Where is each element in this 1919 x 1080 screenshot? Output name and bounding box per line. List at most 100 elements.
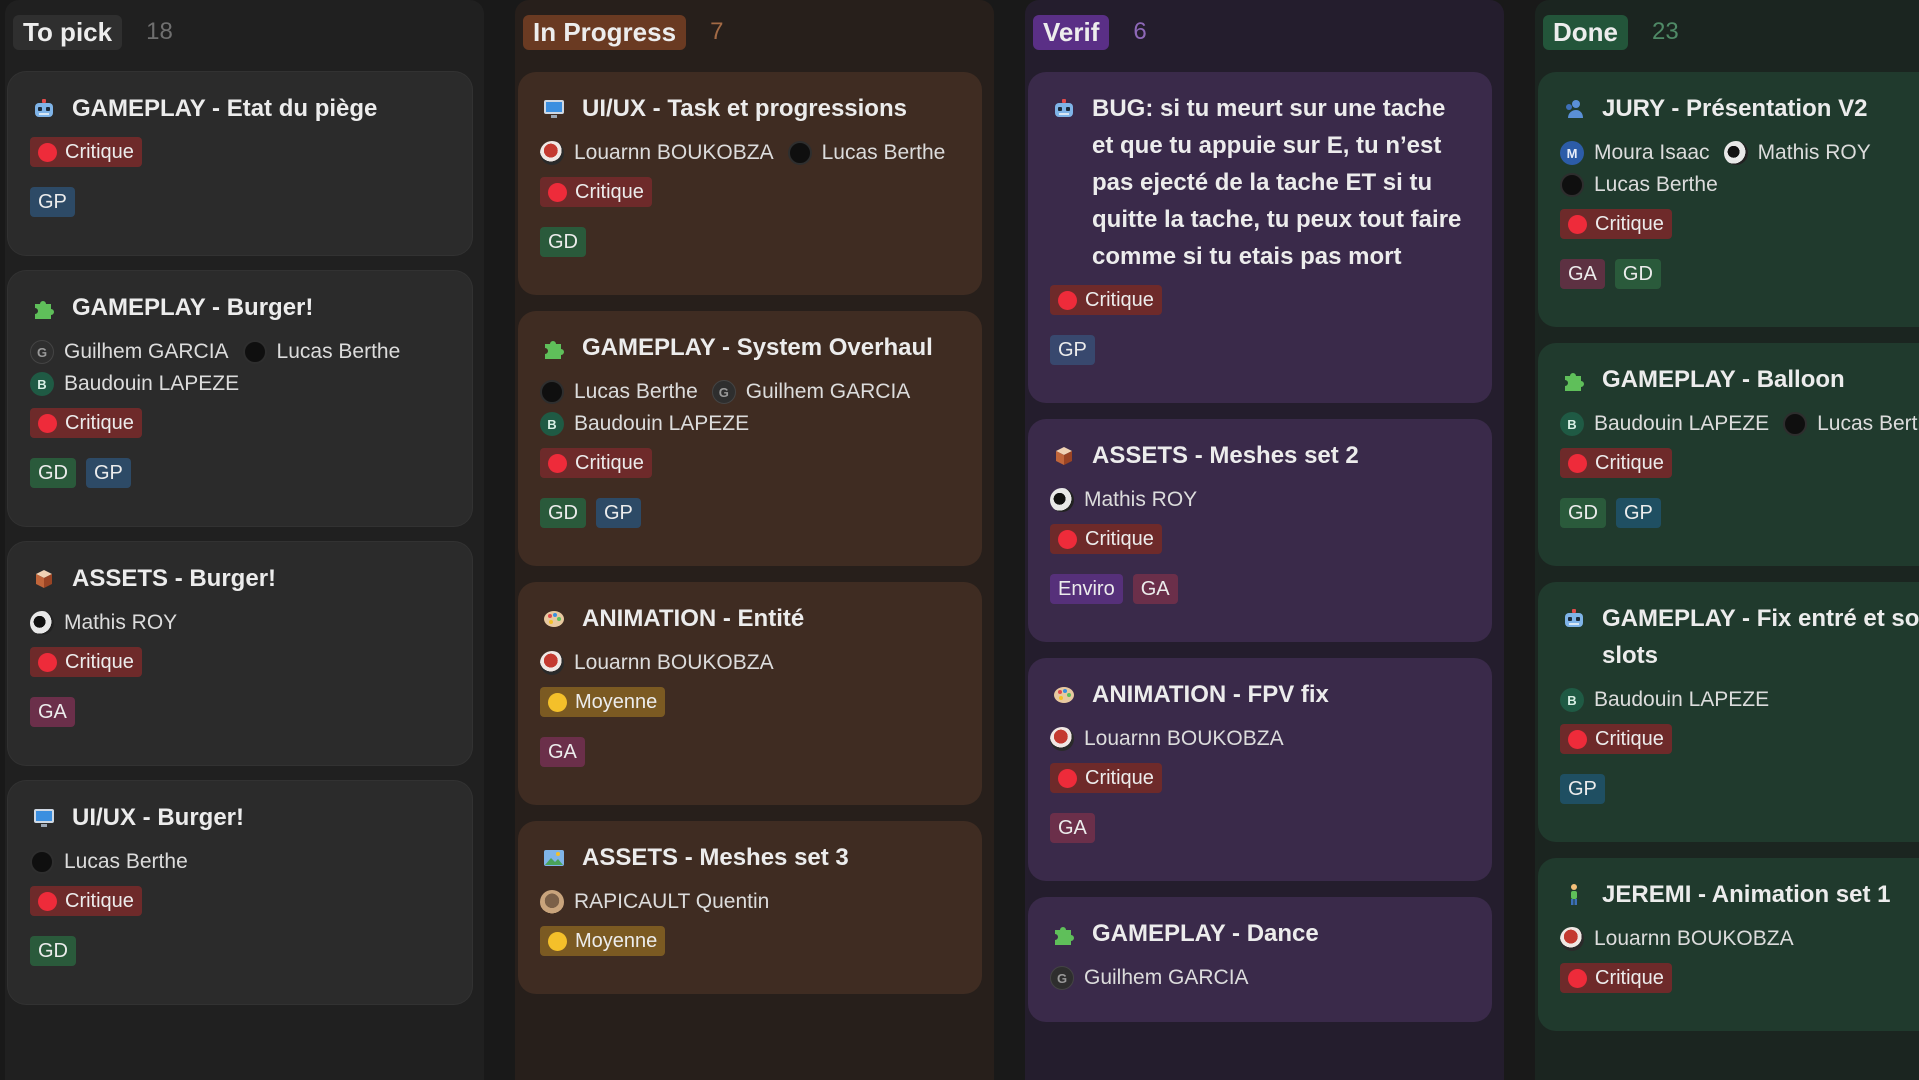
priority-badge[interactable]: Critique [1560,724,1672,754]
task-card[interactable]: ASSETS - Meshes set 2 Mathis ROY Critique E… [1028,419,1492,642]
priority-badge[interactable]: Critique [30,137,142,167]
assignee[interactable]: B Baudouin LAPEZE [1560,408,1769,440]
assignee[interactable]: Lucas Berthe [787,137,945,169]
column-header[interactable]: In Progress 7 [515,14,994,50]
assignee[interactable]: G Guilhem GARCIA [1050,962,1249,994]
assignee[interactable]: Mathis ROY [30,607,177,639]
card-title[interactable]: UI/UX - Task et progressions [540,90,960,127]
card-title[interactable]: UI/UX - Burger! [30,799,450,836]
column-header[interactable]: To pick 18 [5,14,484,50]
task-card[interactable]: GAMEPLAY - Etat du piège Critique GP [8,72,472,255]
assignee[interactable]: Lucas Berthe [30,846,188,878]
category-tag[interactable]: GA [30,697,75,727]
category-tag[interactable]: GD [30,458,76,488]
assignee[interactable]: Lucas Berthe [1560,169,1718,201]
card-title[interactable]: BUG: si tu meurt sur une tache et que tu… [1050,90,1470,275]
category-tag[interactable]: Enviro [1050,574,1123,604]
task-card[interactable]: ASSETS - Meshes set 3 RAPICAULT Quentin Mo… [518,821,982,994]
card-title[interactable]: GAMEPLAY - Fix entré et sor des slots [1560,600,1919,674]
assignee-name: Mathis ROY [1084,488,1198,511]
category-tag[interactable]: GD [1560,498,1606,528]
priority-badge[interactable]: Critique [30,408,142,438]
column-title[interactable]: In Progress [523,14,687,50]
assignee[interactable]: B Baudouin LAPEZE [30,368,239,400]
assignee[interactable]: Lucas Berthe [242,336,400,368]
category-tag[interactable]: GD [30,936,76,966]
priority-label: Critique [1085,766,1154,789]
assignee-name: Guilhem GARCIA [745,380,911,403]
card-title[interactable]: GAMEPLAY - Etat du piège [30,90,450,127]
task-card[interactable]: GAMEPLAY - Burger! G Guilhem GARCIA Lucas B… [8,271,472,526]
category-tag[interactable]: GA [1132,574,1178,604]
card-title[interactable]: ANIMATION - FPV fix [1050,676,1470,713]
priority-badge[interactable]: Critique [1050,285,1162,315]
category-tag[interactable]: GA [540,737,585,767]
category-tag[interactable]: GP [1050,335,1095,365]
category-tag[interactable]: GD [1614,259,1661,289]
priority-badge[interactable]: Moyenne [540,687,666,717]
category-tag[interactable]: GD [540,227,586,257]
column-header[interactable]: Verif 6 [1025,14,1504,50]
assignee[interactable]: Lucas Berth [1783,408,1919,440]
tag-row: GP [1560,774,1919,818]
task-card[interactable]: JEREMI - Animation set 1 Louarnn BOUKOBZA… [1538,858,1919,1031]
card-title[interactable]: JEREMI - Animation set 1 [1560,876,1919,913]
task-card[interactable]: ASSETS - Burger! Mathis ROY Critique GA [8,542,472,765]
column-title[interactable]: To pick [13,14,123,50]
category-tag[interactable]: GP [86,458,131,488]
card-title[interactable]: ASSETS - Meshes set 2 [1050,437,1470,474]
column-header[interactable]: Done 23 [1535,14,1919,50]
category-tag[interactable]: GP [1616,498,1661,528]
card-title[interactable]: ANIMATION - Entité [540,600,960,637]
task-card[interactable]: GAMEPLAY - System Overhaul Lucas Berthe G G… [518,311,982,566]
assignee[interactable]: Louarnn BOUKOBZA [540,137,774,169]
card-title[interactable]: JURY - Présentation V2 [1560,90,1919,127]
card-title[interactable]: GAMEPLAY - Burger! [30,289,450,326]
priority-badge[interactable]: Critique [1560,963,1672,993]
category-tag[interactable]: GA [1560,259,1605,289]
assignee[interactable]: Louarnn BOUKOBZA [1560,923,1794,955]
category-tag[interactable]: GA [1050,813,1095,843]
priority-badge[interactable]: Critique [540,448,652,478]
assignee[interactable]: Mathis ROY [1050,484,1197,516]
category-tag[interactable]: GP [1560,774,1605,804]
assignee[interactable]: G Guilhem GARCIA [711,376,911,408]
task-card[interactable]: UI/UX - Task et progressions Louarnn BOUK… [518,72,982,295]
category-tag[interactable]: GP [596,498,641,528]
task-card[interactable]: UI/UX - Burger! Lucas Berthe Critique GD [8,781,472,1004]
task-card[interactable]: GAMEPLAY - Dance G Guilhem GARCIA [1028,897,1492,1022]
category-tag[interactable]: GD [540,498,586,528]
assignee[interactable]: G Guilhem GARCIA [30,336,229,368]
assignee[interactable]: RAPICAULT Quentin [540,886,769,918]
assignee[interactable]: B Baudouin LAPEZE [540,408,749,440]
priority-badge[interactable]: Critique [1050,763,1162,793]
card-title[interactable]: GAMEPLAY - Balloon [1560,361,1919,398]
priority-badge[interactable]: Critique [30,886,142,916]
priority-badge[interactable]: Critique [540,177,652,207]
priority-badge[interactable]: Critique [30,647,142,677]
priority-badge[interactable]: Critique [1560,209,1672,239]
assignee[interactable]: B Baudouin LAPEZE [1560,684,1769,716]
assignee[interactable]: Louarnn BOUKOBZA [1050,723,1284,755]
card-title[interactable]: ASSETS - Meshes set 3 [540,839,960,876]
column-title[interactable]: Done [1543,14,1628,50]
priority-badge[interactable]: Critique [1050,524,1162,554]
assignee[interactable]: Lucas Berthe [540,376,698,408]
task-card[interactable]: ANIMATION - FPV fix Louarnn BOUKOBZA Criti… [1028,658,1492,881]
category-tag[interactable]: GP [30,187,75,217]
priority-badge[interactable]: Critique [1560,448,1672,478]
assignee[interactable]: Louarnn BOUKOBZA [540,647,774,679]
assignee-name: Guilhem GARCIA [64,340,229,363]
assignee[interactable]: M Moura Isaac [1560,137,1710,169]
column-title[interactable]: Verif [1033,14,1110,50]
task-card[interactable]: ANIMATION - Entité Louarnn BOUKOBZA Moyenn… [518,582,982,805]
task-card[interactable]: JURY - Présentation V2 M Moura Isaac Mathis… [1538,72,1919,327]
card-title[interactable]: GAMEPLAY - Dance [1050,915,1470,952]
task-card[interactable]: BUG: si tu meurt sur une tache et que tu… [1028,72,1492,403]
assignee[interactable]: Mathis ROY [1723,137,1871,169]
priority-badge[interactable]: Moyenne [540,926,666,956]
task-card[interactable]: GAMEPLAY - Balloon B Baudouin LAPEZE Lucas … [1538,343,1919,566]
card-title[interactable]: ASSETS - Burger! [30,560,450,597]
task-card[interactable]: GAMEPLAY - Fix entré et sor des slots B Ba… [1538,582,1919,842]
card-title[interactable]: GAMEPLAY - System Overhaul [540,329,960,366]
